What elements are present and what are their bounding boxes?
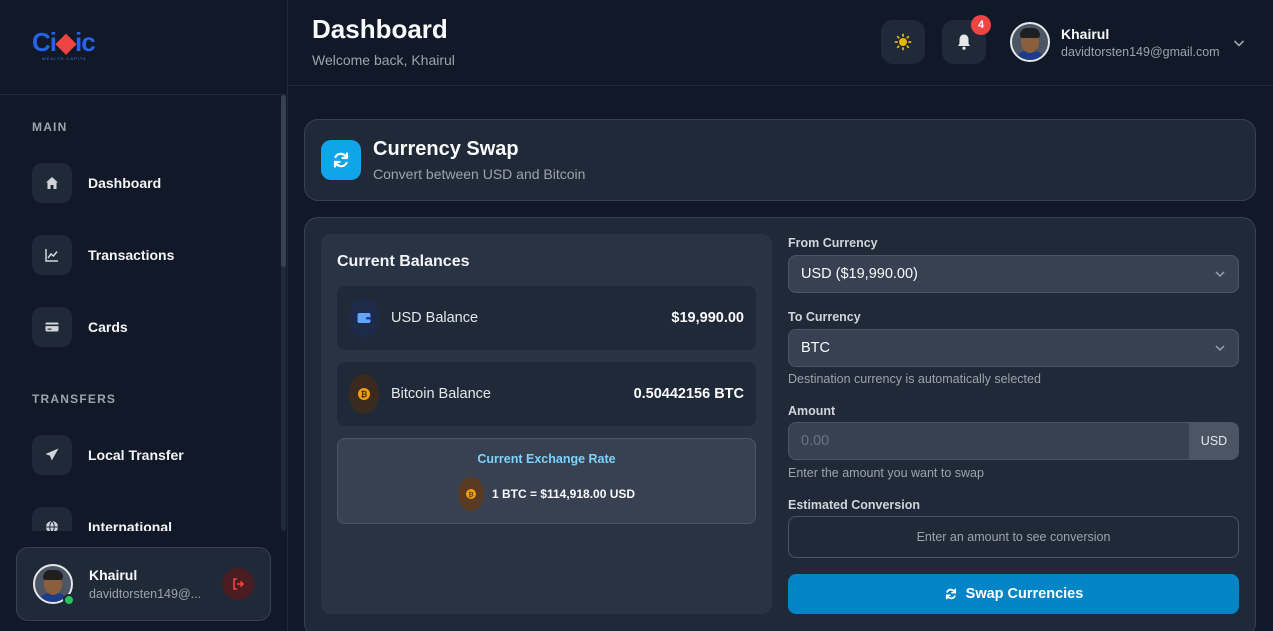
to-currency-value: BTC [801,340,830,356]
usd-balance-value: $19,990.00 [671,310,744,326]
home-icon [32,163,72,203]
theme-toggle-button[interactable] [881,20,925,64]
svg-text:₿: ₿ [361,390,368,399]
btc-balance-label: Bitcoin Balance [391,386,491,402]
currency-swap-card: Current Balances USD Balance $19,990.00 … [304,217,1256,631]
estimated-conversion-box: Enter an amount to see conversion [788,516,1239,558]
notification-count-badge: 4 [971,15,991,35]
btc-balance-value: 0.50442156 BTC [633,386,744,402]
header-user-name: Khairul [1061,25,1110,42]
sidebar-item-local-transfer[interactable]: Local Transfer [32,435,184,475]
header-user-menu[interactable]: Khairul davidtorsten149@gmail.com [1010,22,1220,62]
amount-currency-suffix: USD [1189,422,1239,460]
usd-balance-row: USD Balance $19,990.00 [337,286,756,350]
svg-text:₿: ₿ [468,491,474,499]
sidebar-item-label: Cards [88,319,128,335]
sidebar-item-label: Local Transfer [88,447,184,463]
credit-card-icon [32,307,72,347]
nav-section-main: MAIN [32,120,68,134]
panel-subtitle: Convert between USD and Bitcoin [373,166,586,182]
page-title: Dashboard [312,14,448,44]
exchange-rate-card: Current Exchange Rate ₿ 1 BTC = $114,918… [337,438,756,524]
bitcoin-icon: ₿ [349,374,379,414]
sidebar-user-card[interactable]: Khairul davidtorsten149@... [16,547,271,621]
logo[interactable]: Ci◆ic WEALTH CAPITA [0,0,287,95]
logo-diamond-icon: ◆ [56,27,76,57]
from-currency-label: From Currency [788,236,878,250]
from-currency-select[interactable]: USD ($19,990.00) [788,255,1239,293]
amount-input[interactable] [788,422,1189,460]
online-status-dot [63,594,75,606]
logout-button[interactable] [222,568,254,600]
sidebar-item-label: Transactions [88,247,175,263]
sidebar: Ci◆ic WEALTH CAPITA MAIN Dashboard Trans… [0,0,288,631]
wallet-icon [349,298,379,338]
chevron-down-icon[interactable] [1232,36,1246,50]
swap-button-label: Swap Currencies [965,586,1084,602]
sidebar-nav: MAIN Dashboard Transactions Cards TRANSF… [0,95,287,531]
exchange-rate-value: 1 BTC = $114,918.00 USD [491,487,636,501]
chevron-down-icon [1215,271,1225,278]
nav-section-transfers: TRANSFERS [32,392,117,406]
sidebar-item-international[interactable]: International [32,507,172,531]
current-balances-card: Current Balances USD Balance $19,990.00 … [321,234,772,614]
paper-plane-icon [32,435,72,475]
top-header: Dashboard Welcome back, Khairul 4 Khairu… [288,0,1273,86]
logo-tagline: WEALTH CAPITA [42,56,87,61]
usd-balance-label: USD Balance [391,310,479,326]
sidebar-item-label: International [88,519,173,531]
to-currency-hint: Destination currency is automatically se… [788,372,1041,386]
btc-balance-row: ₿ Bitcoin Balance 0.50442156 BTC [337,362,756,426]
sidebar-item-transactions[interactable]: Transactions [32,235,174,275]
bitcoin-icon: ₿ [457,477,484,511]
avatar [1010,22,1050,62]
amount-label: Amount [788,404,836,418]
chart-line-icon [32,235,72,275]
amount-field-group: USD [788,422,1239,460]
sun-icon [894,33,912,51]
swap-currencies-button[interactable]: Swap Currencies [788,574,1239,614]
exchange-rate-title: Current Exchange Rate [477,452,616,466]
to-currency-label: To Currency [788,310,861,324]
sidebar-item-dashboard[interactable]: Dashboard [32,163,161,203]
sidebar-user-email: davidtorsten149@... [89,587,202,601]
chevron-down-icon [1215,345,1225,352]
swap-icon [321,140,361,180]
sidebar-item-label: Dashboard [88,175,162,191]
logout-icon [233,578,245,590]
sidebar-item-cards[interactable]: Cards [32,307,128,347]
balances-title: Current Balances [337,253,470,270]
bell-icon [958,34,970,50]
globe-icon [32,507,72,531]
sidebar-user-name: Khairul [89,567,138,583]
to-currency-select[interactable]: BTC [788,329,1239,367]
swap-icon [945,588,956,600]
header-user-email: davidtorsten149@gmail.com [1061,44,1220,59]
panel-title: Currency Swap [373,138,519,160]
page-subtitle: Welcome back, Khairul [312,52,455,68]
amount-hint: Enter the amount you want to swap [788,466,984,480]
from-currency-value: USD ($19,990.00) [801,266,918,282]
notifications-button[interactable]: 4 [942,15,991,64]
currency-swap-header-card: Currency Swap Convert between USD and Bi… [304,119,1256,201]
estimated-conversion-label: Estimated Conversion [788,498,920,512]
